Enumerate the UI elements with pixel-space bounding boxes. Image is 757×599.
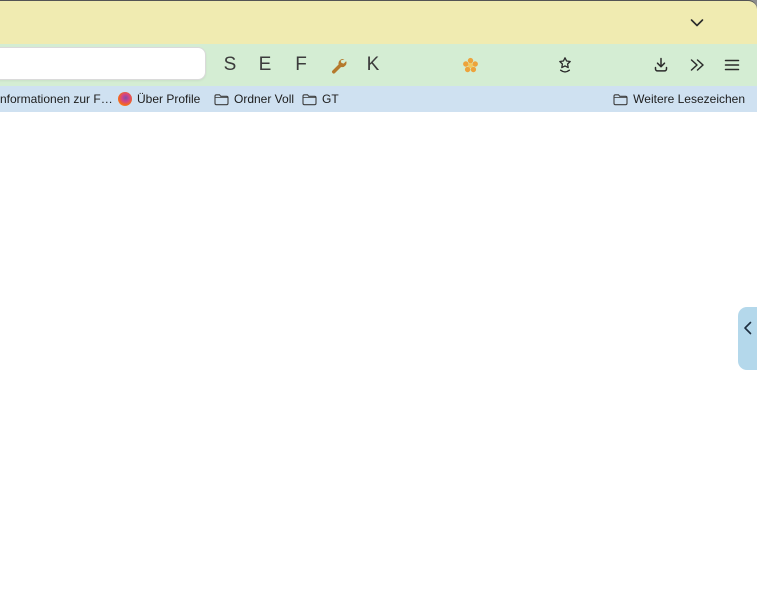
extension-button-s[interactable]: S	[216, 44, 244, 86]
firefox-logo-icon	[118, 92, 132, 106]
toolbar-overflow-button[interactable]	[683, 44, 711, 86]
chevron-down-icon	[689, 18, 705, 28]
navigation-toolbar: S E F K	[0, 44, 757, 86]
extension-button-e[interactable]: E	[251, 44, 279, 86]
tab-bar	[0, 0, 757, 44]
bookmark-folder-gt[interactable]: GT	[302, 86, 339, 112]
extension-button-f[interactable]: F	[287, 44, 315, 86]
extension-button-wrench[interactable]	[324, 44, 352, 86]
bookmark-label: GT	[322, 92, 339, 106]
bookmark-item-ueber-profile[interactable]: Über Profile	[118, 86, 200, 112]
tabs-dropdown-button[interactable]	[683, 13, 711, 33]
chevron-left-icon	[743, 321, 752, 370]
wrench-icon	[330, 57, 347, 74]
bookmarks-bar: nformationen zur F… Über Profile Ordner …	[0, 86, 757, 112]
star-tray-icon	[556, 56, 574, 75]
bookmark-folder-ordner-voll[interactable]: Ordner Voll	[214, 86, 294, 112]
bookmark-star-button[interactable]	[551, 44, 579, 86]
double-chevron-right-icon	[688, 57, 706, 73]
folder-icon	[302, 93, 317, 106]
extension-button-flower[interactable]	[456, 44, 484, 86]
bookmark-label: Weitere Lesezeichen	[633, 92, 745, 106]
download-icon	[652, 56, 670, 74]
bookmark-label: Ordner Voll	[234, 92, 295, 106]
folder-icon	[214, 93, 229, 106]
bookmark-label: nformationen zur F…	[0, 92, 113, 106]
hamburger-menu-icon	[724, 58, 740, 72]
extension-letter: F	[295, 54, 307, 75]
extension-button-k[interactable]: K	[359, 44, 387, 86]
browser-window: S E F K nformationen zur F… Über Profile…	[0, 0, 757, 599]
bookmark-item-informationen[interactable]: nformationen zur F…	[0, 86, 113, 112]
bookmark-label: Über Profile	[137, 92, 201, 106]
app-menu-button[interactable]	[718, 44, 746, 86]
extension-letter: S	[223, 54, 237, 75]
flower-icon	[462, 57, 479, 74]
extension-letter: E	[258, 54, 272, 75]
extension-letter: K	[366, 54, 380, 75]
side-panel-handle[interactable]	[738, 307, 757, 370]
bookmark-folder-weitere-lesezeichen[interactable]: Weitere Lesezeichen	[613, 86, 745, 112]
folder-icon	[613, 93, 628, 106]
page-content	[0, 112, 757, 599]
address-bar-input[interactable]	[0, 47, 206, 80]
downloads-button[interactable]	[647, 44, 675, 86]
